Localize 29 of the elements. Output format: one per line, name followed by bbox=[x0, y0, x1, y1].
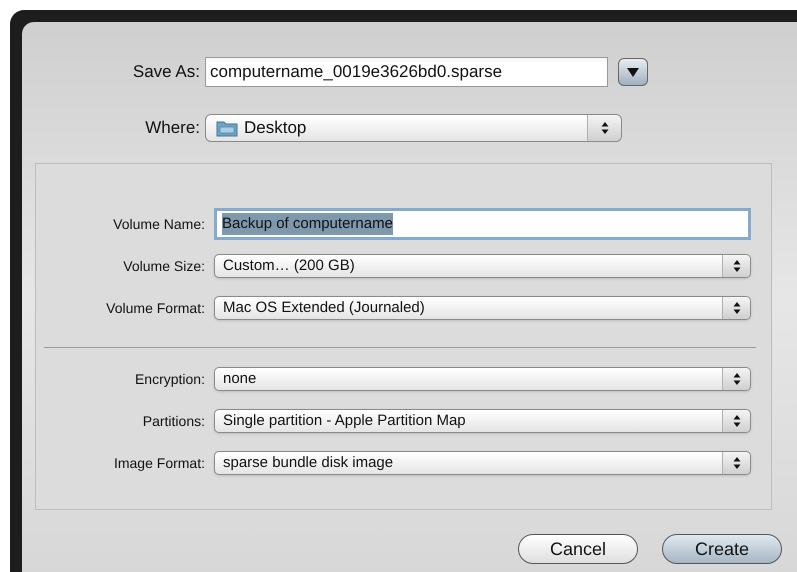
stepper-arrows-icon bbox=[600, 121, 608, 135]
stepper-arrows-icon bbox=[732, 414, 740, 428]
field-label: Volume Name: bbox=[112, 214, 206, 234]
popup-button[interactable]: Mac OS Extended (Journaled) bbox=[214, 296, 751, 320]
popup-button[interactable]: Single partition - Apple Partition Map bbox=[214, 409, 751, 433]
expand-button[interactable] bbox=[618, 58, 648, 86]
popup-button[interactable]: sparse bundle disk image bbox=[214, 451, 751, 475]
stepper-arrows-icon bbox=[732, 259, 740, 273]
field-label: Image Format: bbox=[112, 454, 206, 473]
dialog-button[interactable]: Create bbox=[662, 534, 782, 564]
field-label: Volume Size: bbox=[122, 256, 206, 276]
location-popup[interactable]: Desktop bbox=[205, 114, 622, 142]
popup-button[interactable]: none bbox=[214, 367, 751, 391]
folder-icon bbox=[216, 119, 238, 137]
triangle-icon bbox=[627, 68, 639, 76]
stepper-arrows-icon bbox=[732, 372, 740, 386]
stepper-arrows-icon bbox=[732, 301, 740, 315]
popup-button[interactable]: Custom… (200 GB) bbox=[214, 254, 751, 278]
volume-name-field[interactable]: Backup of computername bbox=[214, 208, 751, 240]
field-value: Backup of computername bbox=[222, 212, 393, 236]
field-label: Partitions: bbox=[142, 412, 206, 430]
field-label: Encryption: bbox=[134, 370, 206, 389]
dialog-button[interactable]: Cancel bbox=[518, 534, 638, 564]
field-label: Volume Format: bbox=[105, 298, 206, 318]
location-value: Desktop bbox=[244, 117, 306, 140]
save-as-label: Save As: bbox=[132, 61, 201, 84]
file-name-field[interactable]: computername_0019e3626bd0.sparse bbox=[205, 57, 608, 87]
stepper-arrows-icon bbox=[732, 456, 740, 470]
where-label: Where: bbox=[144, 117, 201, 140]
